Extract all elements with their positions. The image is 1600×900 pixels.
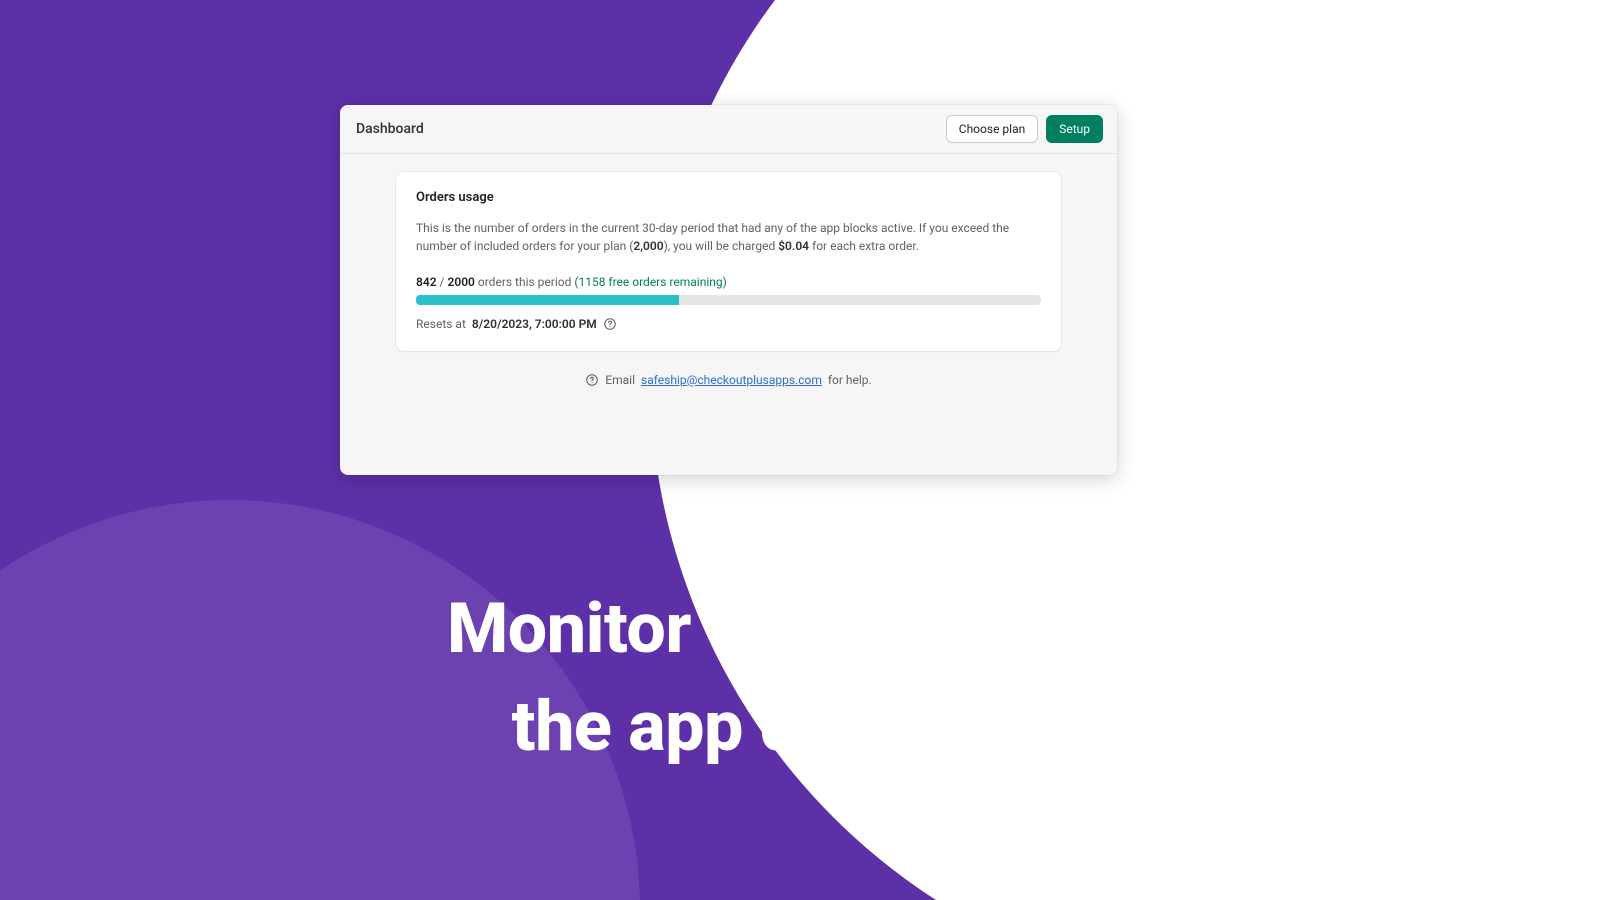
orders-usage-card: Orders usage This is the number of order… xyxy=(396,172,1061,351)
total-count: 2000 xyxy=(447,275,474,289)
title-actions: Choose plan Setup xyxy=(946,115,1103,143)
setup-button[interactable]: Setup xyxy=(1046,115,1103,143)
hero-line-2: the app dashboard xyxy=(0,678,1600,776)
help-icon xyxy=(585,373,599,387)
usage-sep: / xyxy=(437,275,448,289)
usage-line: 842 / 2000 orders this period (1158 free… xyxy=(416,275,1041,289)
period-label: orders this period xyxy=(475,275,574,289)
progress-bar-fill xyxy=(416,295,679,305)
help-icon[interactable] xyxy=(603,317,617,331)
plan-limit: 2,000 xyxy=(633,239,663,253)
hero-line-1: Monitor order usage in xyxy=(0,580,1600,678)
body-area: Orders usage This is the number of order… xyxy=(340,154,1117,387)
help-line: Email safeship@checkoutplusapps.com for … xyxy=(396,373,1061,387)
help-suffix: for help. xyxy=(828,373,872,387)
reset-line: Resets at 8/20/2023, 7:00:00 PM xyxy=(416,317,1041,331)
reset-label: Resets at xyxy=(416,317,466,331)
hero-caption: Monitor order usage in the app dashboard xyxy=(0,580,1600,776)
overage-rate: $0.04 xyxy=(778,239,809,253)
reset-at: 8/20/2023, 7:00:00 PM xyxy=(472,317,597,331)
titlebar: Dashboard Choose plan Setup xyxy=(340,105,1117,154)
remaining-label: (1158 free orders remaining) xyxy=(574,275,726,289)
card-description: This is the number of orders in the curr… xyxy=(416,219,1041,255)
dashboard-window: Dashboard Choose plan Setup Orders usage… xyxy=(340,105,1117,475)
progress-bar xyxy=(416,295,1041,305)
desc-text-suffix: for each extra order. xyxy=(809,239,919,253)
used-count: 842 xyxy=(416,275,437,289)
help-email-link[interactable]: safeship@checkoutplusapps.com xyxy=(641,373,822,387)
page-title: Dashboard xyxy=(356,121,424,137)
desc-text-mid: ), you will be charged xyxy=(664,239,779,253)
card-heading: Orders usage xyxy=(416,190,1041,205)
choose-plan-button[interactable]: Choose plan xyxy=(946,115,1038,143)
help-prefix: Email xyxy=(605,373,635,387)
